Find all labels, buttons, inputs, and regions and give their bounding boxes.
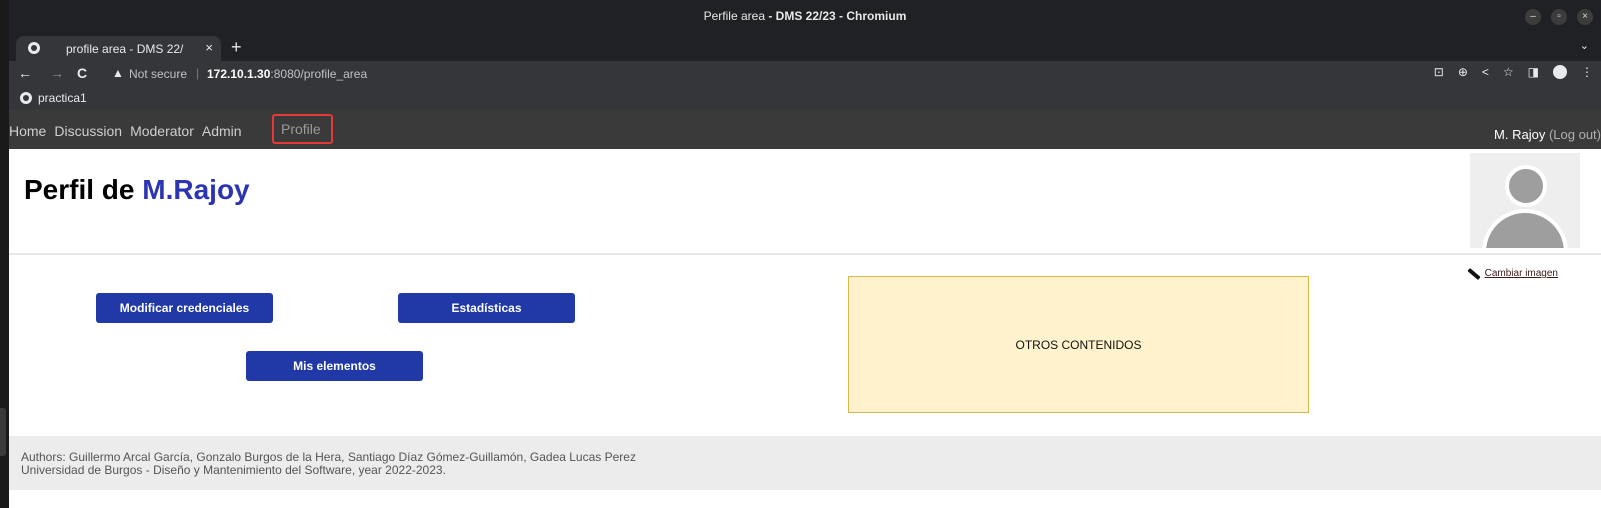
avatar-head [1505,165,1547,207]
page-title: Perfil de M.Rajoy [24,174,250,205]
browser-window: Perfile area - DMS 22/23 - Chromium – ▫ … [9,0,1601,508]
zoom-icon[interactable]: ⊕ [1458,65,1468,79]
warning-icon[interactable]: ▲ [112,66,124,80]
close-window-button[interactable]: × [1577,9,1593,25]
address-bar[interactable]: ▲ Not secure | 172.10.1.30:8080/profile_… [104,63,1344,86]
my-elements-button[interactable]: Mis elementos [246,351,423,381]
profile-avatar-icon[interactable] [1553,65,1567,79]
side-panel-icon[interactable]: ◨ [1528,65,1539,79]
security-label[interactable]: Not secure [129,67,187,81]
bookmark-star-icon[interactable]: ☆ [1503,65,1514,79]
omnibox-divider: | [196,66,200,80]
bookmarks-bar: practica1 [9,88,1601,110]
toolbar-actions: ⊡ ⊕ < ☆ ◨ ⋮ [1434,65,1593,79]
user-name: M. Rajoy [1494,127,1546,142]
tab-search-icon[interactable]: ⌄ [1580,39,1589,52]
nav-profile[interactable]: Profile [272,114,333,144]
bookmark-label: practica1 [38,91,87,105]
dock-handle[interactable] [0,408,6,456]
desktop-strip [0,0,9,508]
minimize-button[interactable]: – [1525,9,1541,25]
profile-content: Modificar credenciales Estadísticas Mis … [9,255,1601,435]
bookmark-practica1[interactable]: practica1 [20,91,87,105]
translate-icon[interactable]: ⊡ [1434,65,1444,79]
share-icon[interactable]: < [1482,65,1489,79]
globe-icon [28,42,40,54]
modify-credentials-button[interactable]: Modificar credenciales [96,293,273,323]
profile-header: Perfil de M.Rajoy [9,149,1601,255]
reload-button[interactable]: C [77,65,87,81]
menu-kebab-icon[interactable]: ⋮ [1581,65,1593,79]
new-tab-button[interactable]: + [231,38,242,56]
tab-profile-area[interactable]: profile area - DMS 22/ × [16,36,221,61]
nav-discussion[interactable]: Discussion [54,123,122,139]
nav-admin[interactable]: Admin [202,123,242,139]
tab-title: profile area - DMS 22/ [66,42,184,56]
web-page: Home Discussion Moderator Admin Profile … [9,110,1601,508]
avatar-body [1482,209,1568,248]
avatar [1470,153,1580,248]
user-area: M. Rajoy (Log out) [1494,127,1601,142]
title-bar: Perfile area - DMS 22/23 - Chromium – ▫ … [9,0,1601,33]
forward-button[interactable]: → [50,65,64,81]
pencil-icon [1466,267,1481,280]
tab-strip: profile area - DMS 22/ × + ⌄ [9,33,1601,61]
profile-name: M.Rajoy [142,174,250,205]
logout-link[interactable]: (Log out) [1549,127,1601,142]
change-image-link[interactable]: Cambiar imagen [1466,267,1558,280]
statistics-button[interactable]: Estadísticas [398,293,575,323]
window-controls: – ▫ × [1525,9,1593,25]
nav-home[interactable]: Home [9,123,46,139]
maximize-button[interactable]: ▫ [1551,9,1567,25]
url-text[interactable]: 172.10.1.30:8080/profile_area [207,67,367,81]
globe-icon [20,92,32,104]
footer-university: Universidad de Burgos - Diseño y Manteni… [21,463,446,477]
nav-moderator[interactable]: Moderator [130,123,194,139]
app-navbar: Home Discussion Moderator Admin Profile … [9,110,1601,149]
page-footer: Authors: Guillermo Arcal García, Gonzalo… [9,436,1601,490]
browser-toolbar: ← → C ▲ Not secure | 172.10.1.30:8080/pr… [9,61,1601,88]
back-button[interactable]: ← [18,65,32,81]
change-image-label: Cambiar imagen [1484,268,1558,279]
tab-close-icon[interactable]: × [205,40,213,55]
window-title: Perfile area - DMS 22/23 - Chromium [703,9,907,23]
nav-links: Home Discussion Moderator Admin [9,123,250,139]
other-content-panel: OTROS CONTENIDOS [848,276,1309,413]
